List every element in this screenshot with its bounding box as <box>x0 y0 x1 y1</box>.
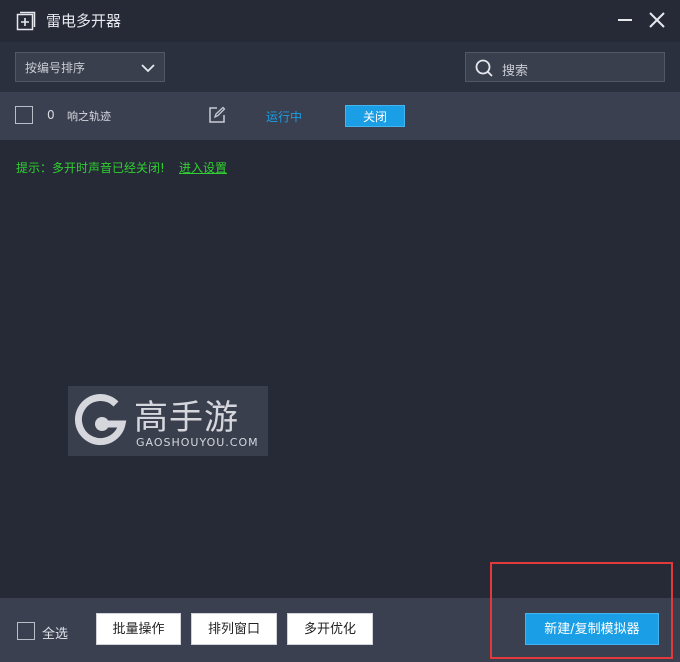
instance-close-button[interactable]: 关闭 <box>345 105 405 127</box>
instance-index: 0 <box>47 108 55 122</box>
watermark-en: GAOSHOUYOU.COM <box>136 436 259 449</box>
batch-operation-button[interactable]: 批量操作 <box>96 613 181 645</box>
sort-dropdown[interactable]: 按编号排序 <box>15 52 165 82</box>
search-placeholder: 搜索 <box>502 64 529 79</box>
sort-dropdown-value: 按编号排序 <box>25 61 86 75</box>
watermark-logo <box>74 394 127 446</box>
highlight-annotation-box <box>490 562 673 659</box>
settings-link[interactable]: 进入设置 <box>179 159 227 176</box>
edit-icon[interactable] <box>208 106 226 124</box>
plus-square-icon <box>16 11 36 31</box>
minimize-icon[interactable] <box>616 11 634 29</box>
arrange-windows-button[interactable]: 排列窗口 <box>191 613 277 645</box>
watermark-cn: 高手游 <box>134 398 239 438</box>
search-icon <box>475 59 493 77</box>
sound-tip: 提示：多开时声音已经关闭! <box>16 161 165 175</box>
instance-name: 响之轨迹 <box>67 110 111 123</box>
chevron-down-icon <box>141 64 155 73</box>
instance-checkbox[interactable] <box>15 106 33 124</box>
close-icon[interactable] <box>648 11 666 29</box>
instance-status: 运行中 <box>266 110 303 124</box>
toolbar: 按编号排序 搜索 <box>0 42 680 92</box>
watermark: 高手游 GAOSHOUYOU.COM <box>68 386 268 456</box>
select-all-checkbox[interactable] <box>17 622 35 640</box>
title-bar: 雷电多开器 <box>0 0 680 42</box>
search-input[interactable]: 搜索 <box>465 52 665 82</box>
window-title: 雷电多开器 <box>46 12 122 30</box>
select-all-label: 全选 <box>42 627 69 642</box>
multi-optimize-button[interactable]: 多开优化 <box>287 613 373 645</box>
